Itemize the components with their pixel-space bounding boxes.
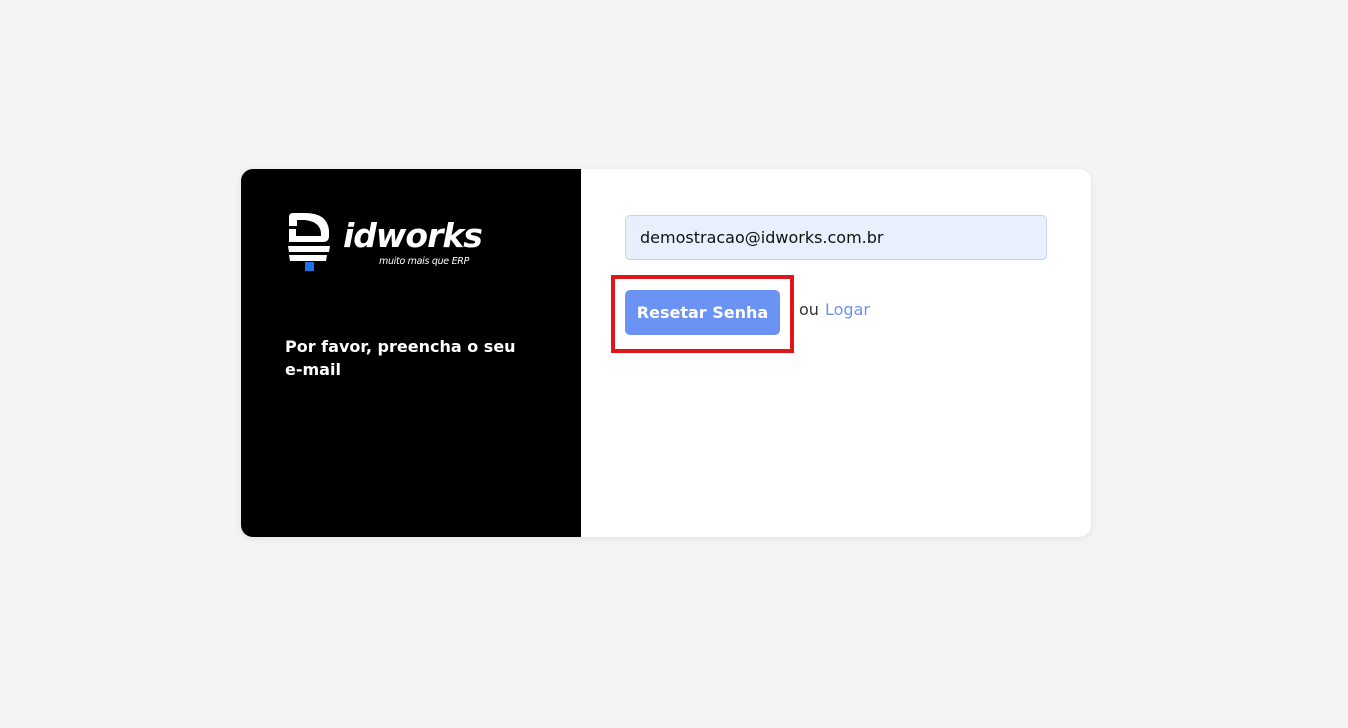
form-panel: Resetar Senha ou Logar: [581, 169, 1091, 537]
password-reset-card: idworks muito mais que ERP Por favor, pr…: [241, 169, 1091, 537]
brand-name: idworks: [343, 216, 483, 255]
or-separator: ou: [799, 300, 819, 319]
login-link[interactable]: Logar: [825, 300, 870, 319]
instruction-text: Por favor, preencha o seu e-mail: [285, 337, 516, 379]
email-field[interactable]: [625, 215, 1047, 260]
idworks-logo-icon: [288, 213, 330, 271]
brand-panel: idworks muito mais que ERP Por favor, pr…: [241, 169, 581, 537]
reset-password-button[interactable]: Resetar Senha: [625, 290, 780, 335]
brand-tagline: muito mais que ERP: [379, 256, 470, 267]
brand-logo: idworks muito mais que ERP: [287, 212, 497, 272]
